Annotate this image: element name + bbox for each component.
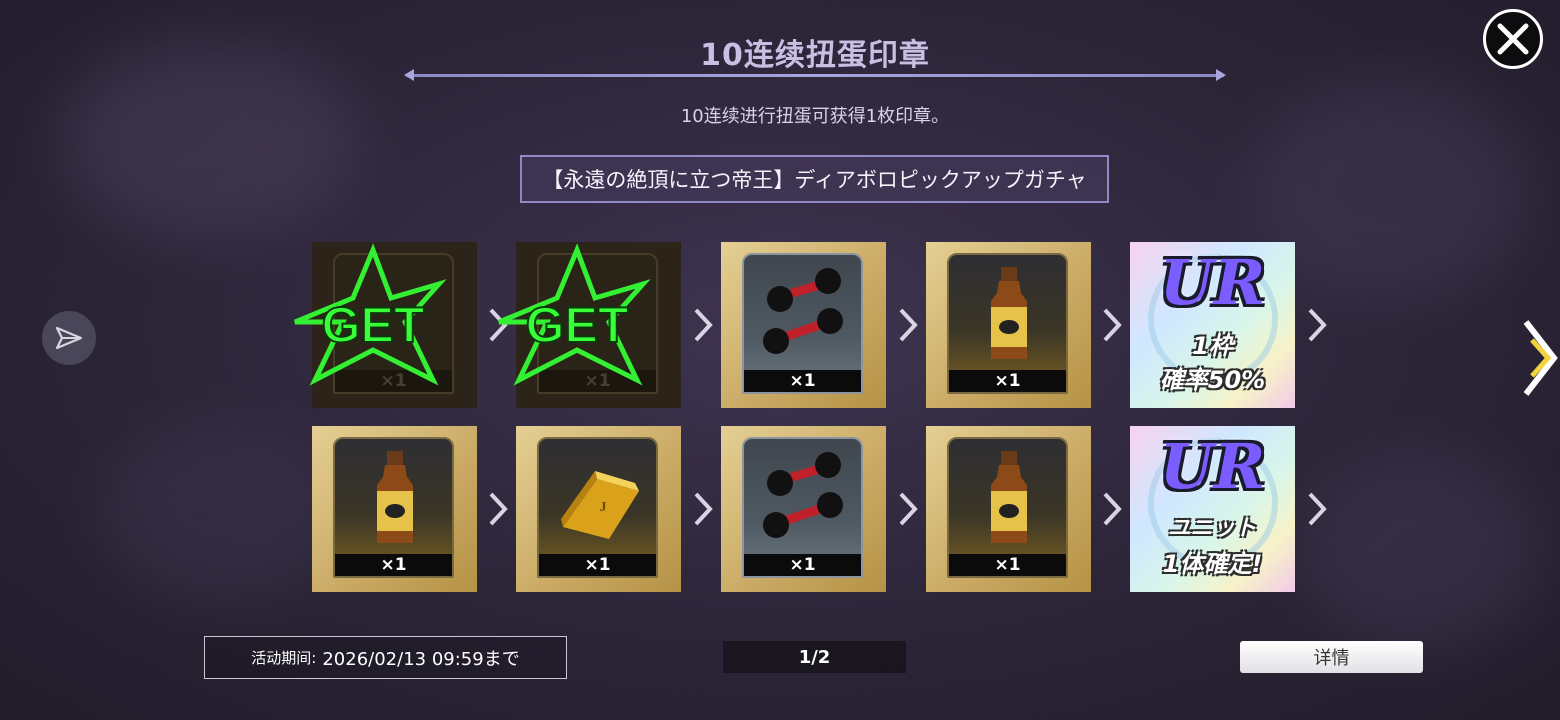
page-subtitle: 10连续进行扭蛋可获得1枚印章。 [680, 106, 950, 127]
svg-text:J: J [600, 500, 607, 515]
dumbbell-icon [763, 268, 843, 354]
event-period-label: 活动期间: [251, 649, 317, 667]
gold-bar-icon: J [561, 471, 639, 539]
event-period-value: 2026/02/13 09:59まで [322, 648, 520, 670]
stamp-slot-4[interactable]: ×1 [926, 242, 1091, 408]
stamp-qty: ×1 [744, 554, 861, 576]
stamp-slot-5[interactable]: UR 1枠 確率50% [1130, 242, 1295, 408]
background-blur [1300, 450, 1540, 650]
chevron-right-icon [694, 492, 713, 526]
share-icon [55, 326, 83, 350]
chevron-right-icon [694, 308, 713, 342]
stamp-slot-1: ×1 GET [294, 242, 477, 408]
stamp-slot-10[interactable]: UR ユニット 1体確定! [1130, 426, 1295, 592]
get-stamp-label: GET [322, 297, 425, 353]
ur-logo: UR [1159, 246, 1266, 319]
ur-line-2: 確率50% [1159, 366, 1266, 394]
get-stamp-label: GET [526, 297, 629, 353]
chevron-right-icon [489, 492, 508, 526]
share-button[interactable] [42, 311, 96, 365]
ur-line-2: 1体確定! [1162, 550, 1263, 578]
stamp-slot-9[interactable]: ×1 [926, 426, 1091, 592]
chevron-right-icon [1308, 308, 1327, 342]
page-title: 10连续扭蛋印章 [700, 38, 930, 73]
chevron-right-icon [1103, 492, 1122, 526]
get-stamp-icon: GET [498, 243, 651, 386]
background-blur [100, 420, 340, 600]
stamp-item-frame: ×1 [947, 437, 1068, 578]
ur-line-1: ユニット [1168, 516, 1257, 541]
stamp-item-frame: ×1 [333, 437, 454, 578]
chevron-right-icon [899, 308, 918, 342]
next-page-button[interactable] [1522, 318, 1560, 398]
close-icon [1497, 23, 1529, 55]
stamp-qty: ×1 [539, 554, 656, 576]
ur-line-1: 1枠 [1192, 332, 1233, 360]
title-divider [404, 69, 1226, 81]
stamp-item-frame: ×1 [742, 253, 863, 394]
get-stamp-icon: GET [294, 243, 447, 386]
ur-logo: UR [1159, 430, 1266, 503]
chevron-right-icon [1103, 308, 1122, 342]
event-period: 活动期间: 2026/02/13 09:59まで [204, 636, 567, 679]
stamp-item-frame: ×1 [947, 253, 1068, 394]
stamp-slot-3[interactable]: ×1 [721, 242, 886, 408]
stamp-item-frame: ×1 [742, 437, 863, 578]
chevron-right-icon [899, 492, 918, 526]
stamp-qty: ×1 [949, 370, 1066, 392]
next-page-icon [1523, 320, 1558, 396]
close-button[interactable] [1483, 9, 1543, 69]
page-indicator: 1/2 [723, 641, 906, 673]
gacha-name-banner: 【永遠の絶頂に立つ帝王】ディアボロピックアップガチャ [520, 155, 1109, 203]
stamp-slot-7[interactable]: J ×1 [516, 426, 681, 592]
chevron-right-icon [1308, 492, 1327, 526]
stamp-slot-2: ×1 GET [498, 242, 681, 408]
stamp-qty: ×1 [949, 554, 1066, 576]
stamp-qty: ×1 [335, 554, 452, 576]
energy-drink-icon [991, 267, 1027, 359]
stamp-slot-6[interactable]: ×1 [312, 426, 477, 592]
dumbbell-icon [763, 452, 843, 538]
energy-drink-icon [991, 451, 1027, 543]
energy-drink-icon [377, 451, 413, 543]
detail-button[interactable]: 详情 [1240, 641, 1423, 673]
stamp-qty: ×1 [744, 370, 861, 392]
stamp-item-frame: J ×1 [537, 437, 658, 578]
stamp-slot-8[interactable]: ×1 [721, 426, 886, 592]
